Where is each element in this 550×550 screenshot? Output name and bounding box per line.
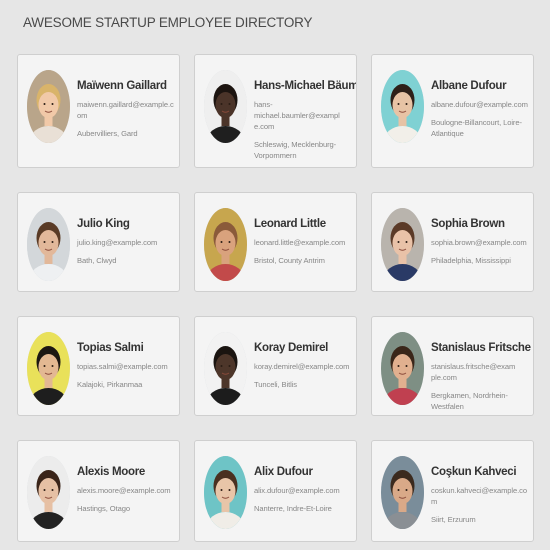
employee-card[interactable]: Hans-Michael Bäumler hans-michael.baumler… xyxy=(194,54,357,168)
employee-location: Kalajoki, Pirkanmaa xyxy=(77,380,143,389)
employee-info: Alix Dufour alix.dufour@example.com Nanter… xyxy=(254,465,352,514)
employee-email: coskun.kahveci@example.com xyxy=(431,486,527,506)
employee-card[interactable]: Alix Dufour alix.dufour@example.com Nanter… xyxy=(194,440,357,542)
employee-name: Koray Demirel xyxy=(254,342,329,354)
employee-location: Boulogne-Billancourt, Loire-Atlantique xyxy=(431,118,522,138)
employee-name: Sophia Brown xyxy=(431,218,505,230)
employee-email: stanislaus.fritsche@example.com xyxy=(431,362,516,382)
page-title: AWESOME STARTUP EMPLOYEE DIRECTORY xyxy=(23,15,313,30)
employee-info: Sophia Brown sophia.brown@example.com Phil… xyxy=(431,217,529,266)
employee-card[interactable]: Alexis Moore alexis.moore@example.com Hast… xyxy=(17,440,180,542)
avatar xyxy=(381,208,424,281)
employee-location: Tunceli, Bitlis xyxy=(254,380,297,389)
employee-email: julio.king@example.com xyxy=(77,238,158,247)
employee-location: Bergkamen, Nordrhein-Westfalen xyxy=(431,391,508,411)
employee-name: Albane Dufour xyxy=(431,80,507,92)
employee-info: Koray Demirel koray.demirel@example.com Tu… xyxy=(254,341,352,390)
employee-grid: Maïwenn Gaillard maiwenn.gaillard@example… xyxy=(17,54,535,542)
employee-name: Topias Salmi xyxy=(77,342,144,354)
employee-card[interactable]: Sophia Brown sophia.brown@example.com Phil… xyxy=(371,192,534,292)
avatar xyxy=(27,456,70,529)
employee-location: Bristol, County Antrim xyxy=(254,256,325,265)
employee-name: Leonard Little xyxy=(254,218,326,230)
employee-location: Siirt, Erzurum xyxy=(431,515,476,524)
employee-name: Stanislaus Fritsche xyxy=(431,342,531,354)
avatar xyxy=(27,70,70,143)
employee-email: maiwenn.gaillard@example.com xyxy=(77,100,174,120)
avatar xyxy=(381,456,424,529)
employee-email: sophia.brown@example.com xyxy=(431,238,527,247)
employee-info: Hans-Michael Bäumler hans-michael.baumler… xyxy=(254,79,356,161)
avatar xyxy=(204,332,247,405)
employee-location: Hastings, Otago xyxy=(77,504,130,513)
directory-page: AWESOME STARTUP EMPLOYEE DIRECTORY Maïwe… xyxy=(0,0,550,550)
avatar xyxy=(27,208,70,281)
employee-card[interactable]: Leonard Little leonard.little@example.com… xyxy=(194,192,357,292)
employee-email: alix.dufour@example.com xyxy=(254,486,340,495)
employee-info: Leonard Little leonard.little@example.com… xyxy=(254,217,352,266)
employee-card[interactable]: Julio King julio.king@example.com Bath, Cl… xyxy=(17,192,180,292)
employee-name: Coşkun Kahveci xyxy=(431,466,517,478)
employee-name: Alexis Moore xyxy=(77,466,145,478)
employee-location: Aubervilliers, Gard xyxy=(77,129,138,138)
avatar xyxy=(27,332,70,405)
employee-email: topias.salmi@example.com xyxy=(77,362,168,371)
employee-info: Topias Salmi topias.salmi@example.com Kala… xyxy=(77,341,175,390)
employee-info: Coşkun Kahveci coskun.kahveci@example.com… xyxy=(431,465,529,525)
employee-name: Hans-Michael Bäumler xyxy=(254,80,356,92)
employee-card[interactable]: Topias Salmi topias.salmi@example.com Kala… xyxy=(17,316,180,416)
employee-name: Julio King xyxy=(77,218,130,230)
employee-location: Nanterre, Indre-Et-Loire xyxy=(254,504,332,513)
employee-card[interactable]: Koray Demirel koray.demirel@example.com Tu… xyxy=(194,316,357,416)
employee-card[interactable]: Stanislaus Fritsche stanislaus.fritsche@e… xyxy=(371,316,534,416)
employee-info: Julio King julio.king@example.com Bath, Cl… xyxy=(77,217,175,266)
employee-card[interactable]: Albane Dufour albane.dufour@example.com Bo… xyxy=(371,54,534,168)
avatar xyxy=(204,208,247,281)
employee-info: Maïwenn Gaillard maiwenn.gaillard@example… xyxy=(77,79,175,139)
employee-info: Stanislaus Fritsche stanislaus.fritsche@e… xyxy=(431,341,531,412)
employee-name: Alix Dufour xyxy=(254,466,313,478)
employee-info: Albane Dufour albane.dufour@example.com Bo… xyxy=(431,79,529,139)
employee-email: leonard.little@example.com xyxy=(254,238,346,247)
avatar xyxy=(204,70,247,143)
employee-email: alexis.moore@example.com xyxy=(77,486,171,495)
employee-location: Schleswig, Mecklenburg-Vorpommern xyxy=(254,140,337,160)
employee-card[interactable]: Maïwenn Gaillard maiwenn.gaillard@example… xyxy=(17,54,180,168)
employee-card[interactable]: Coşkun Kahveci coskun.kahveci@example.com… xyxy=(371,440,534,542)
avatar xyxy=(381,332,424,405)
avatar xyxy=(381,70,424,143)
employee-info: Alexis Moore alexis.moore@example.com Hast… xyxy=(77,465,175,514)
employee-location: Philadelphia, Mississippi xyxy=(431,256,511,265)
avatar xyxy=(204,456,247,529)
employee-email: albane.dufour@example.com xyxy=(431,100,528,109)
employee-location: Bath, Clwyd xyxy=(77,256,117,265)
employee-name: Maïwenn Gaillard xyxy=(77,80,167,92)
employee-email: koray.demirel@example.com xyxy=(254,362,350,371)
employee-email: hans-michael.baumler@example.com xyxy=(254,100,340,131)
